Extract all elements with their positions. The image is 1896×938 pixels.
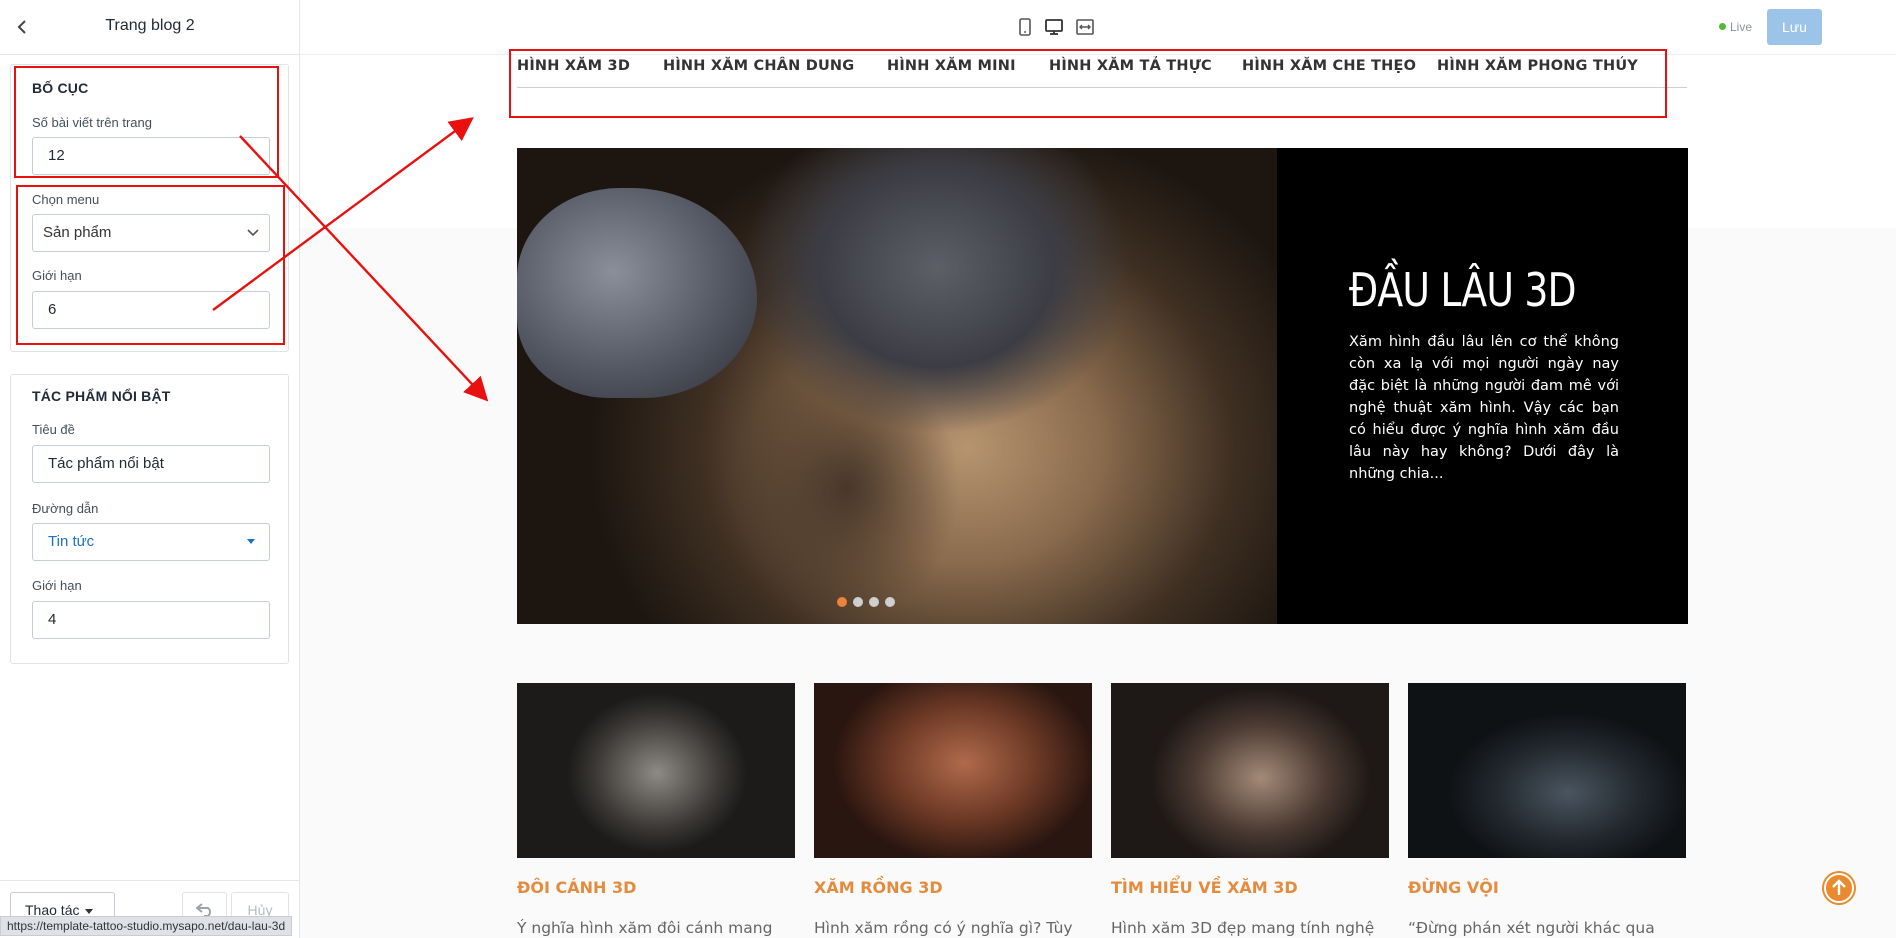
posts-per-page-label: Số bài viết trên trang [32, 115, 152, 130]
mobile-view-icon[interactable] [1015, 17, 1035, 37]
hero-title: ĐẦU LÂU 3D [1349, 263, 1577, 317]
desktop-view-icon[interactable] [1044, 17, 1064, 37]
hero-slider[interactable]: ĐẦU LÂU 3D Xăm hình đầu lâu lên cơ thể k… [517, 148, 1688, 624]
article-card[interactable]: ĐÔI CÁNH 3D Ý nghĩa hình xăm đôi cánh ma… [517, 683, 795, 937]
limit-input[interactable]: 6 [32, 291, 270, 329]
article-image[interactable] [814, 683, 1092, 858]
slider-dot-1[interactable] [837, 597, 847, 607]
nav-item-portrait[interactable]: HÌNH XĂM CHÂN DUNG [663, 58, 854, 74]
caret-down-icon [247, 539, 255, 544]
posts-per-page-input[interactable]: 12 [32, 137, 270, 175]
fullwidth-view-icon[interactable] [1075, 17, 1095, 37]
caret-down-icon [85, 908, 94, 914]
slider-dot-2[interactable] [853, 597, 863, 607]
nav-item-3d[interactable]: HÌNH XĂM 3D [517, 58, 630, 74]
scroll-to-top-button[interactable] [1822, 871, 1856, 905]
article-title[interactable]: ĐỪNG VỘI [1408, 878, 1686, 897]
save-button[interactable]: Lưu [1767, 9, 1822, 45]
article-card[interactable]: ĐỪNG VỘI “Đừng phán xét người khác qua [1408, 683, 1686, 937]
live-label: Live [1730, 20, 1753, 34]
nav-item-mini[interactable]: HÌNH XĂM MINI [887, 58, 1016, 74]
limit-label: Giới hạn [32, 268, 82, 283]
hero-description: Xăm hình đầu lâu lên cơ thể không còn xa… [1349, 334, 1619, 482]
article-excerpt: “Đừng phán xét người khác qua [1408, 919, 1655, 937]
menu-select-value: Sản phẩm [43, 224, 112, 241]
nav-item-scar-cover[interactable]: HÌNH XĂM CHE THẸO [1242, 58, 1416, 74]
layout-panel: BỐ CỤC Số bài viết trên trang 12 Chọn me… [10, 64, 289, 352]
slider-dot-4[interactable] [885, 597, 895, 607]
settings-sidebar: Trang blog 2 BỐ CỤC Số bài viết trên tra… [0, 0, 300, 938]
featured-title-input[interactable]: Tác phẩm nổi bật [32, 445, 270, 483]
article-image[interactable] [1111, 683, 1389, 858]
menu-select[interactable]: Sản phẩm [32, 214, 270, 252]
featured-title-label: Tiêu đề [32, 422, 75, 437]
hero-image [517, 148, 1277, 624]
article-image[interactable] [1408, 683, 1686, 858]
menu-select-label: Chọn menu [32, 192, 100, 207]
article-title[interactable]: ĐÔI CÁNH 3D [517, 878, 795, 897]
sidebar-header: Trang blog 2 [0, 0, 300, 55]
featured-heading: TÁC PHẨM NỔI BẬT [32, 388, 171, 404]
undo-icon [194, 903, 211, 917]
article-card[interactable]: XĂM RỒNG 3D Hình xăm rồng có ý nghĩa gì?… [814, 683, 1092, 937]
nav-item-fengshui[interactable]: HÌNH XĂM PHONG THỦY [1437, 58, 1638, 74]
article-image[interactable] [517, 683, 795, 858]
hero-caption: ĐẦU LÂU 3D Xăm hình đầu lâu lên cơ thể k… [1349, 263, 1619, 485]
featured-path-label: Đường dẫn [32, 501, 99, 516]
featured-limit-label: Giới hạn [32, 578, 82, 593]
live-dot-icon [1719, 23, 1726, 30]
status-bar-url: https://template-tattoo-studio.mysapo.ne… [0, 916, 293, 936]
site-preview: HÌNH XĂM 3D HÌNH XĂM CHÂN DUNG HÌNH XĂM … [300, 56, 1896, 938]
article-excerpt: Hình xăm rồng có ý nghĩa gì? Tùy [814, 919, 1073, 937]
nav-item-realistic[interactable]: HÌNH XĂM TẢ THỰC [1049, 58, 1212, 74]
article-card[interactable]: TÌM HIỂU VỀ XĂM 3D Hình xăm 3D đẹp mang … [1111, 683, 1389, 937]
featured-limit-input[interactable]: 4 [32, 601, 270, 639]
article-title[interactable]: XĂM RỒNG 3D [814, 878, 1092, 897]
article-excerpt: Ý nghĩa hình xăm đôi cánh mang [517, 919, 773, 937]
featured-panel: TÁC PHẨM NỔI BẬT Tiêu đề Tác phẩm nổi bậ… [10, 374, 289, 664]
category-nav: HÌNH XĂM 3D HÌNH XĂM CHÂN DUNG HÌNH XĂM … [517, 56, 1687, 88]
slider-dots [837, 594, 901, 612]
live-status: Live [1719, 20, 1752, 34]
layout-heading: BỐ CỤC [32, 80, 89, 96]
slider-dot-3[interactable] [869, 597, 879, 607]
article-title[interactable]: TÌM HIỂU VỀ XĂM 3D [1111, 878, 1389, 897]
featured-path-value: Tin tức [48, 533, 95, 550]
featured-path-select[interactable]: Tin tức [32, 523, 270, 561]
editor-topbar: Live Lưu [300, 0, 1896, 55]
chevron-down-icon [247, 215, 259, 251]
hero-image-glove [517, 188, 757, 398]
article-excerpt: Hình xăm 3D đẹp mang tính nghệ [1111, 919, 1375, 937]
arrow-up-icon [1824, 873, 1854, 903]
page-title: Trang blog 2 [105, 17, 195, 34]
